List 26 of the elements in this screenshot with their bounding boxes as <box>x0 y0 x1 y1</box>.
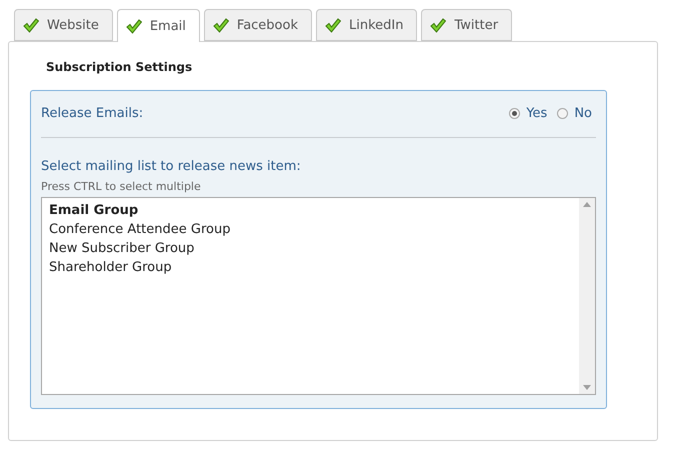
check-icon <box>325 18 341 32</box>
scroll-down-icon[interactable] <box>583 385 591 390</box>
field-label: Release Emails: <box>41 106 144 120</box>
scroll-up-icon[interactable] <box>583 202 591 207</box>
tab[interactable]: Facebook <box>204 9 312 41</box>
tab[interactable]: LinkedIn <box>316 9 418 41</box>
group-heading: Email Group <box>49 202 140 220</box>
tab[interactable]: Twitter <box>421 9 512 41</box>
field-label: Select mailing list to release news item: <box>41 159 301 174</box>
check-icon <box>23 18 39 32</box>
tab[interactable]: Email <box>116 9 200 42</box>
radio-label: Yes <box>526 106 548 120</box>
radio-button[interactable] <box>509 108 520 118</box>
list-option[interactable]: Conference Attendee Group <box>49 220 572 239</box>
list-option[interactable]: Shareholder Group <box>49 258 572 277</box>
mailing-list-box[interactable]: Email Group Conference Attendee Group New Subscriber Group Shareholder Group <box>41 197 596 395</box>
hint-text: Press CTRL to select multiple <box>41 180 202 193</box>
radio-label: No <box>574 106 592 120</box>
check-icon <box>212 18 229 32</box>
scrollbar[interactable] <box>579 198 595 394</box>
radio-button[interactable] <box>557 108 568 118</box>
list-option[interactable]: New Subscriber Group <box>49 239 572 258</box>
tab[interactable]: Website <box>14 9 113 41</box>
check-icon <box>126 18 142 34</box>
section-title: Subscription Settings <box>45 60 194 74</box>
check-icon <box>430 18 446 32</box>
